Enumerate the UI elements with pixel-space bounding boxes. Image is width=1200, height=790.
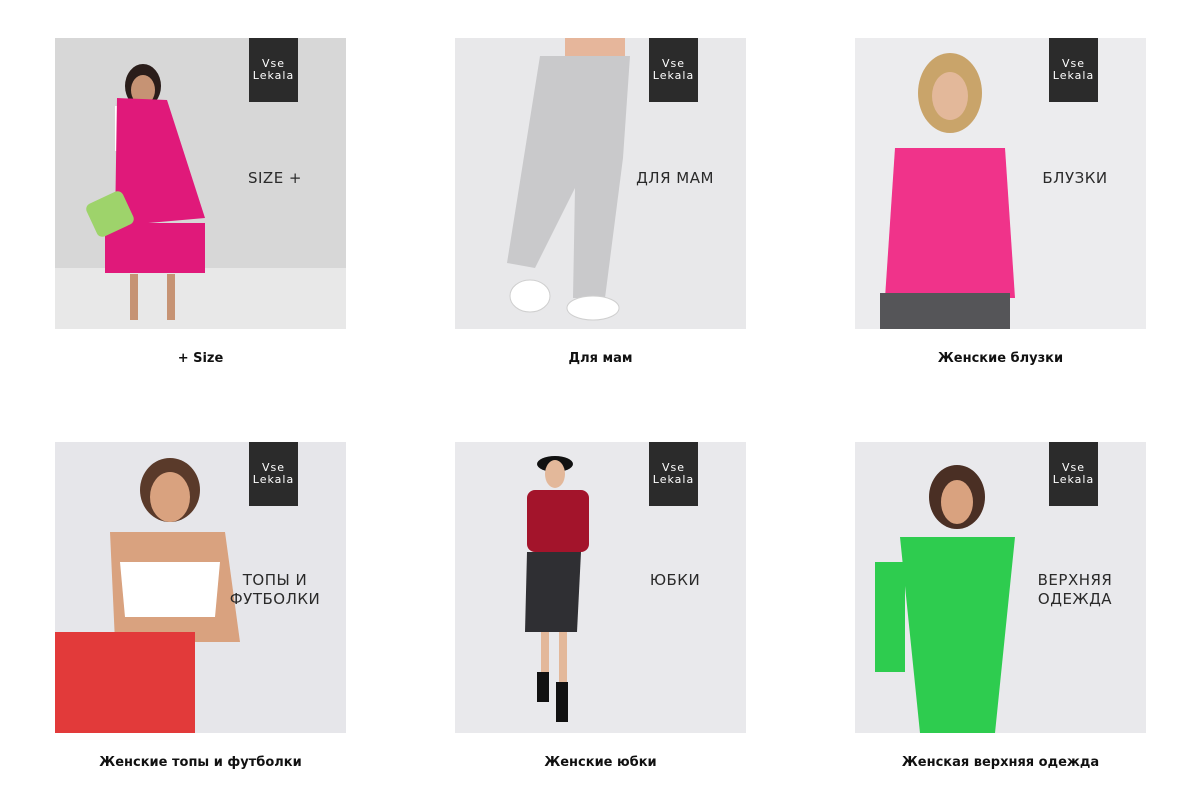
category-caption-link[interactable]: Для мам (455, 351, 746, 366)
category-overlay-title: ТОПЫ И ФУТБОЛКИ (229, 571, 321, 608)
category-image-size-plus[interactable]: Vse Lekala SIZE + (55, 38, 346, 329)
brand-logo-line2: Lekala (1052, 473, 1095, 486)
brand-logo-line2: Lekala (1052, 69, 1095, 82)
category-overlay-title: ДЛЯ МАМ (636, 169, 714, 187)
brand-logo: Vse Lekala (649, 442, 698, 506)
category-overlay-title: SIZE + (247, 169, 303, 187)
category-caption-link[interactable]: Женские блузки (855, 351, 1146, 366)
brand-logo-line2: Lekala (252, 69, 295, 82)
category-overlay-title: ЮБКИ (649, 571, 701, 589)
brand-logo-line2: Lekala (252, 473, 295, 486)
brand-logo: Vse Lekala (249, 442, 298, 506)
brand-logo: Vse Lekala (1049, 442, 1098, 506)
category-card-tops[interactable]: Vse Lekala ТОПЫ И ФУТБОЛКИ Женские топы … (55, 442, 346, 770)
category-overlay-title: ВЕРХНЯЯ ОДЕЖДА (1037, 571, 1113, 608)
brand-logo-line2: Lekala (652, 473, 695, 486)
category-card-outerwear[interactable]: Vse Lekala ВЕРХНЯЯ ОДЕЖДА Женская верхня… (855, 442, 1146, 770)
category-card-skirts[interactable]: Vse Lekala ЮБКИ Женские юбки (455, 442, 746, 770)
category-image-blouses[interactable]: Vse Lekala БЛУЗКИ (855, 38, 1146, 329)
category-image-tops[interactable]: Vse Lekala ТОПЫ И ФУТБОЛКИ (55, 442, 346, 733)
category-caption-link[interactable]: Женские топы и футболки (55, 755, 346, 770)
category-caption-link[interactable]: + Size (55, 351, 346, 366)
brand-logo-line2: Lekala (652, 69, 695, 82)
category-image-maternity[interactable]: Vse Lekala ДЛЯ МАМ (455, 38, 746, 329)
category-image-outerwear[interactable]: Vse Lekala ВЕРХНЯЯ ОДЕЖДА (855, 442, 1146, 733)
brand-logo: Vse Lekala (649, 38, 698, 102)
category-card-size-plus[interactable]: Vse Lekala SIZE + + Size (55, 38, 346, 366)
brand-logo: Vse Lekala (1049, 38, 1098, 102)
category-image-skirts[interactable]: Vse Lekala ЮБКИ (455, 442, 746, 733)
category-card-maternity[interactable]: Vse Lekala ДЛЯ МАМ Для мам (455, 38, 746, 366)
brand-logo: Vse Lekala (249, 38, 298, 102)
category-caption-link[interactable]: Женские юбки (455, 755, 746, 770)
category-overlay-title: БЛУЗКИ (1042, 169, 1108, 187)
category-caption-link[interactable]: Женская верхняя одежда (855, 755, 1146, 770)
category-card-blouses[interactable]: Vse Lekala БЛУЗКИ Женские блузки (855, 38, 1146, 366)
